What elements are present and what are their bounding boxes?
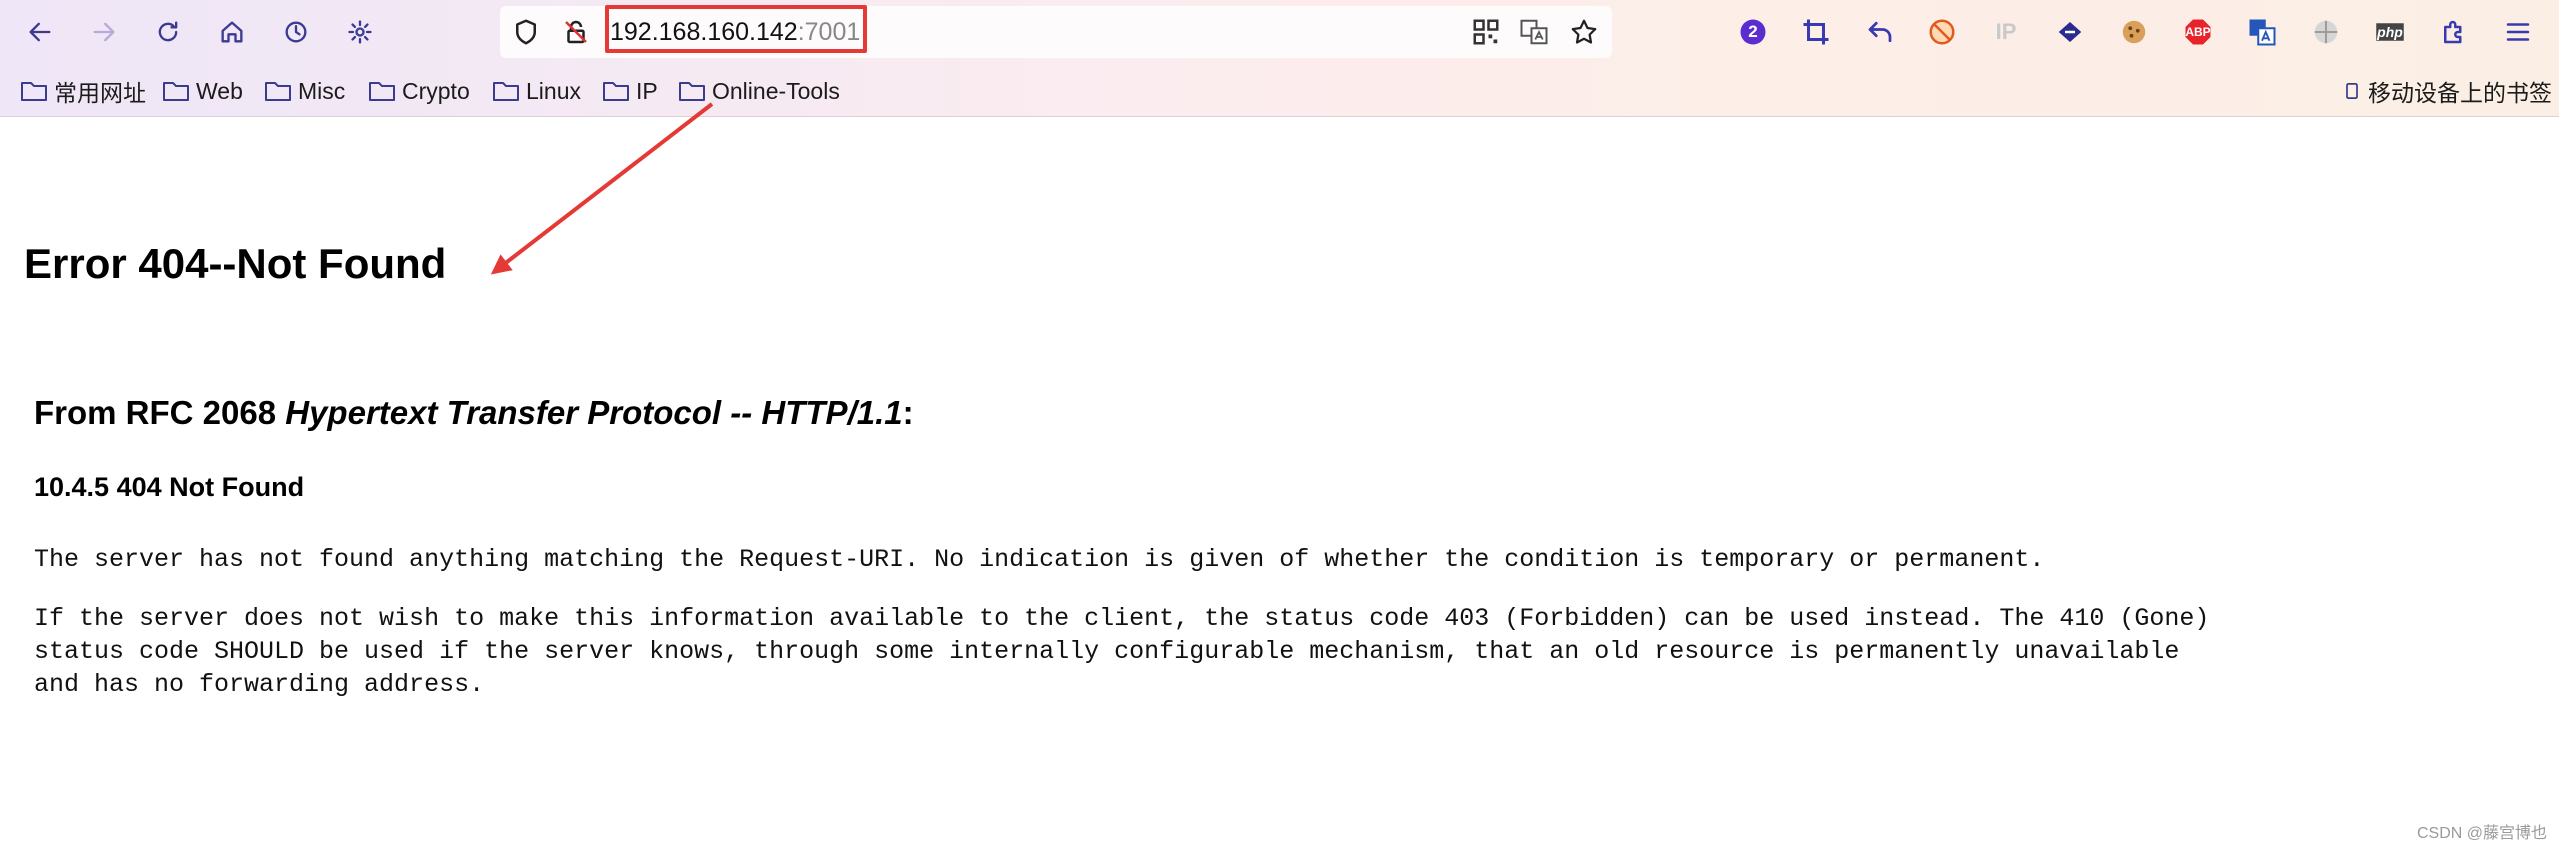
bookmark-label: Misc	[298, 77, 346, 104]
url-text[interactable]: 192.168.160.142:7001	[610, 14, 860, 50]
paragraph-2-line-2: status code SHOULD be used if the server…	[34, 637, 2180, 666]
forward-button[interactable]	[84, 12, 124, 52]
blocked-extension-button[interactable]	[1924, 14, 1960, 50]
notification-count: 2	[1748, 22, 1758, 41]
menu-button[interactable]	[2500, 14, 2536, 50]
gray-extension-button[interactable]	[2308, 14, 2344, 50]
insecure-lock-icon	[565, 20, 587, 44]
bookmark-label: 常用网址	[54, 80, 146, 106]
hamburger-menu-icon	[2506, 23, 2530, 41]
back-button[interactable]	[20, 12, 60, 52]
star-icon	[1571, 19, 1597, 44]
translate-button[interactable]	[1516, 14, 1552, 50]
reload-button[interactable]	[148, 12, 188, 52]
bookmark-folder-misc[interactable]: Misc	[264, 74, 345, 108]
bookmark-label: Online-Tools	[712, 77, 840, 104]
diamond-icon	[2058, 22, 2082, 42]
history-button[interactable]	[276, 12, 316, 52]
network-icon	[2314, 20, 2338, 44]
translator-extension-button[interactable]	[2244, 14, 2280, 50]
folder-icon	[265, 82, 291, 101]
reload-icon	[158, 21, 178, 42]
undo-icon	[1868, 21, 1892, 43]
rfc-suffix: :	[902, 394, 914, 431]
forward-icon	[93, 22, 115, 42]
back-icon	[29, 22, 51, 42]
crop-icon	[1803, 19, 1829, 45]
puzzle-icon	[2444, 20, 2462, 44]
qr-code-button[interactable]	[1468, 14, 1504, 50]
paragraph-1: The server has not found anything matchi…	[34, 545, 2045, 574]
section-heading: 10.4.5 404 Not Found	[34, 472, 305, 502]
connection-insecure-button[interactable]	[558, 14, 594, 50]
paragraph-2-line-3: and has no forwarding address.	[34, 670, 485, 699]
crop-extension-button[interactable]	[1798, 14, 1834, 50]
history-icon	[285, 21, 307, 43]
folder-icon	[163, 82, 189, 101]
bookmark-label: Crypto	[402, 77, 470, 104]
tracking-protection-button[interactable]	[508, 14, 544, 50]
bookmark-folder-web[interactable]: Web	[162, 74, 243, 108]
abp-label: ABP	[2185, 25, 2211, 39]
shield-icon	[516, 19, 536, 45]
watermark: CSDN @藤宫博也	[2416, 825, 2547, 842]
extensions-button[interactable]	[2436, 14, 2472, 50]
url-port: :7001	[797, 18, 861, 46]
bookmark-label: IP	[636, 77, 658, 104]
settings-button[interactable]	[340, 12, 380, 52]
home-button[interactable]	[212, 12, 252, 52]
home-icon	[221, 21, 243, 43]
translate-icon	[1520, 19, 1548, 45]
no-entry-icon	[1929, 19, 1955, 45]
qr-code-icon	[1473, 19, 1499, 45]
diamond-extension-button[interactable]	[2052, 14, 2088, 50]
cookie-icon	[2122, 20, 2146, 44]
paragraph-2-line-1: If the server does not wish to make this…	[34, 604, 2210, 633]
bookmark-folder-crypto[interactable]: Crypto	[368, 74, 470, 108]
rfc-prefix: From RFC 2068	[34, 394, 286, 431]
ip-extension-button[interactable]: IP	[1988, 14, 2024, 50]
bookmark-folder-online-tools[interactable]: Online-Tools	[678, 74, 840, 108]
rfc-title: Hypertext Transfer Protocol -- HTTP/1.1	[285, 394, 903, 431]
folder-icon	[493, 82, 519, 101]
mobile-phone-icon	[2346, 83, 2358, 99]
settings-icon	[348, 20, 372, 44]
bookmark-label: Linux	[526, 77, 581, 104]
page-title: Error 404--Not Found	[24, 240, 447, 287]
folder-icon	[21, 82, 47, 101]
rfc-heading: From RFC 2068 Hypertext Transfer Protoco…	[34, 394, 914, 432]
php-label: php	[2377, 24, 2403, 40]
notification-badge[interactable]: 2	[1735, 14, 1771, 50]
bookmark-folder-ip[interactable]: IP	[602, 74, 658, 108]
bookmark-label: Web	[196, 77, 243, 104]
bookmark-star-button[interactable]	[1566, 14, 1602, 50]
folder-icon	[603, 82, 629, 101]
translator-icon	[2249, 19, 2276, 46]
folder-icon	[679, 82, 705, 101]
php-extension-button[interactable]: php	[2372, 14, 2408, 50]
folder-icon	[369, 82, 395, 101]
ip-extension-label: IP	[1995, 19, 2017, 44]
cookie-extension-button[interactable]	[2116, 14, 2152, 50]
adblock-plus-button[interactable]: ABP	[2180, 14, 2216, 50]
mobile-bookmarks-label: 移动设备上的书签	[2368, 80, 2552, 106]
bookmark-folder-linux[interactable]: Linux	[492, 74, 581, 108]
undo-extension-button[interactable]	[1862, 14, 1898, 50]
browser-toolbar: 192.168.160.142:7001 2 IP ABP php 常用网址 W…	[0, 0, 2559, 117]
url-host: 192.168.160.142	[610, 18, 798, 46]
mobile-bookmarks[interactable]: 移动设备上的书签	[2342, 74, 2552, 108]
bookmark-folder-常用网址[interactable]: 常用网址	[20, 74, 146, 108]
